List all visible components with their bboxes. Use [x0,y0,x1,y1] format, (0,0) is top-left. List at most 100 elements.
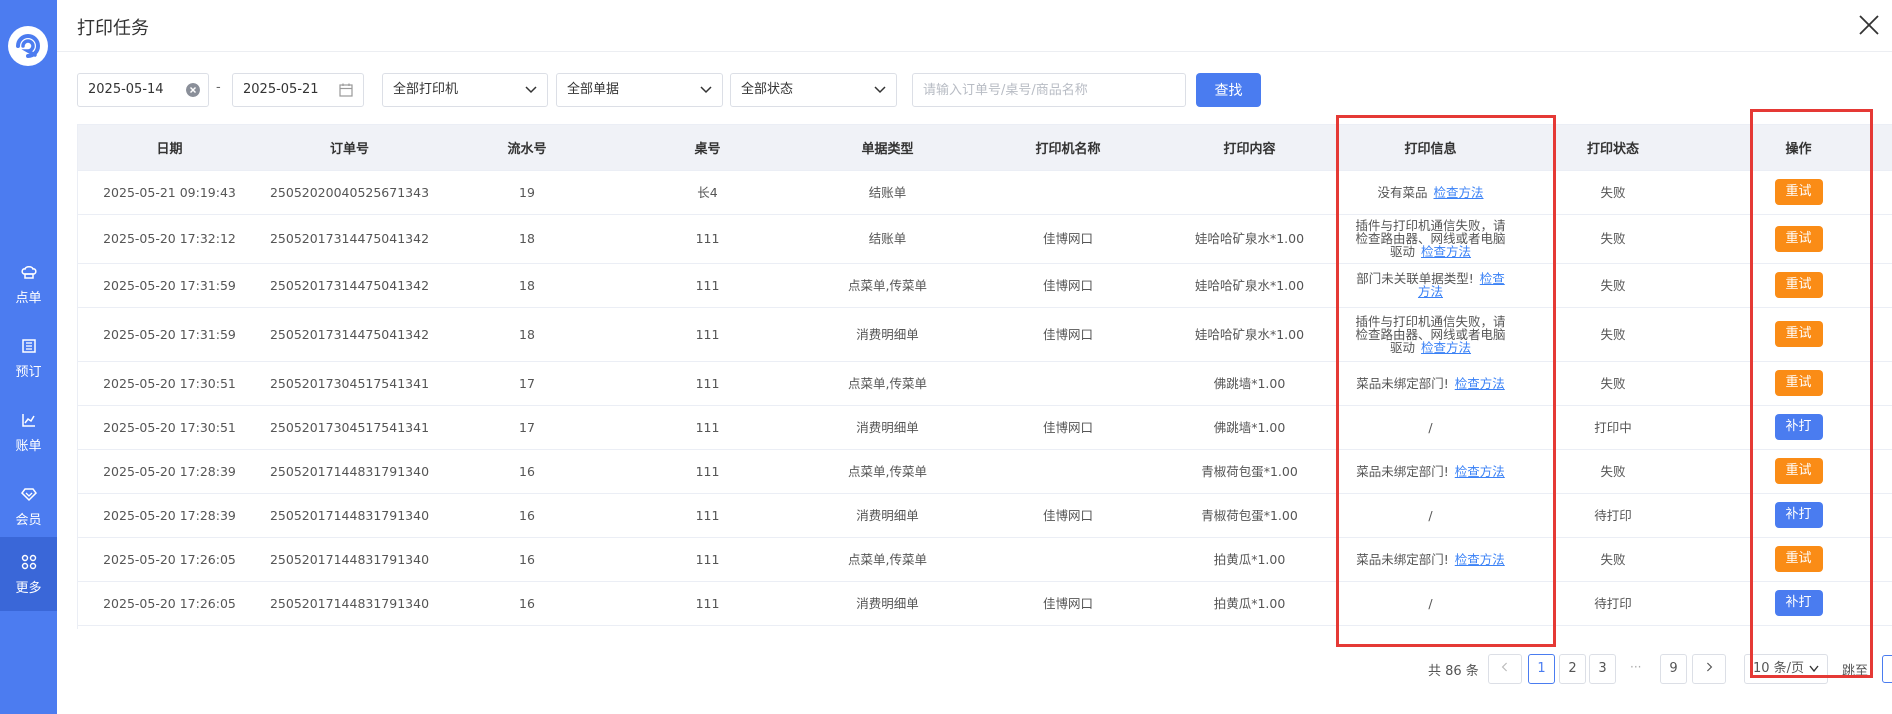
chevron-down-icon [525,86,537,94]
page-size-select[interactable]: 10 条/页 [1744,654,1828,684]
retry-button[interactable]: 重试 [1774,321,1823,347]
sidebar-item-order[interactable]: 点单 [0,248,57,320]
end-date-value: 2025-05-21 [243,82,319,97]
reprint-button[interactable]: 补打 [1774,414,1823,440]
cell-print-status: 失败 [1522,263,1704,308]
cell-printer-name: 佳博网口 [976,263,1160,308]
cell-doc-type: 消费明细单 [799,307,976,362]
column-header: 订单号 [261,125,438,171]
sidebar-item-more[interactable]: 更多 [0,537,57,611]
cell-table-number: 111 [616,307,799,362]
sidebar-item-bill[interactable]: 账单 [0,396,57,468]
close-icon[interactable] [1856,12,1882,38]
cell-print-status: 失败 [1522,449,1704,494]
prev-page-button[interactable] [1488,654,1522,684]
retry-button[interactable]: 重试 [1774,370,1823,396]
check-method-link[interactable]: 检查方法 [1421,244,1471,259]
cell-print-info: 插件与打印机通信失败，请检查路由器、网线或者电脑驱动 检查方法 [1339,307,1522,362]
page-3-button[interactable]: 3 [1589,654,1616,684]
sidebar-item-label: 会员 [15,512,42,528]
chevron-down-icon [700,86,712,94]
cell-print-content: 拍黄瓜*1.00 [1160,581,1339,626]
cell-print-status: 失败 [1522,537,1704,582]
page-1-button[interactable]: 1 [1528,654,1555,684]
jump-page-input[interactable] [1882,655,1892,683]
cell-order-number: 25052017144831791340 [261,449,438,494]
cell-doc-type: 消费明细单 [799,405,976,450]
cell-print-status: 失败 [1522,307,1704,362]
cell-serial-number: 17 [438,361,616,406]
retry-button[interactable]: 重试 [1774,225,1823,252]
cell-order-number: 25052017314475041342 [261,307,438,362]
cell-printer-name: 佳博网口 [976,307,1160,362]
retry-button[interactable]: 重试 [1774,458,1823,484]
cell-table-number: 111 [616,537,799,582]
cell-printer-name: 佳博网口 [976,214,1160,264]
cell-order-number: 25052017144831791340 [261,537,438,582]
sidebar-item-label: 点单 [15,290,42,306]
cell-print-status: 打印中 [1522,405,1704,450]
cell-print-content: 娃哈哈矿泉水*1.00 [1160,214,1339,264]
check-method-link[interactable]: 检查方法 [1421,340,1471,355]
clear-icon[interactable] [186,83,200,97]
cell-action: 重试 [1704,307,1892,362]
search-input[interactable] [912,73,1186,107]
cell-action: 重试 [1704,449,1892,494]
cell-doc-type: 点菜单,传菜单 [799,449,976,494]
retry-button[interactable]: 重试 [1774,179,1823,205]
reprint-button[interactable]: 补打 [1774,590,1823,616]
next-page-button[interactable] [1692,654,1726,684]
app-logo[interactable] [8,26,48,66]
retry-button[interactable]: 重试 [1774,272,1823,298]
print-info-text: 菜品未绑定部门! [1356,463,1449,479]
cell-date: 2025-05-21 09:19:43 [78,170,261,215]
cell-print-status: 待打印 [1522,493,1704,538]
end-date-picker[interactable]: 2025-05-21 [232,73,364,107]
start-date-value: 2025-05-14 [88,82,164,97]
column-header: 打印状态 [1522,125,1704,171]
cell-print-info: 菜品未绑定部门! 检查方法 [1339,449,1522,494]
grid-icon [21,554,36,569]
cell-print-content: 青椒荷包蛋*1.00 [1160,449,1339,494]
page-2-button[interactable]: 2 [1559,654,1586,684]
cell-print-info: 没有菜品 检查方法 [1339,170,1522,215]
sidebar-item-reservation[interactable]: 预订 [0,322,57,394]
cell-table-number: 111 [616,581,799,626]
cell-serial-number: 17 [438,405,616,450]
print-info-text: 菜品未绑定部门! [1356,375,1449,391]
table-row: 2025-05-20 17:30:51 25052017304517541341 1… [78,361,1892,406]
check-method-link[interactable]: 检查方法 [1455,464,1505,479]
chart-icon [21,413,35,427]
status-select[interactable]: 全部状态 [730,73,897,107]
chef-hat-icon [20,265,37,279]
printer-select[interactable]: 全部打印机 [382,73,548,107]
check-method-link[interactable]: 检查方法 [1455,376,1505,391]
cell-doc-type: 消费明细单 [799,493,976,538]
start-date-picker[interactable]: 2025-05-14 [77,73,209,107]
table-row: 2025-05-20 17:30:51 25052017304517541341 1… [78,405,1892,450]
cell-printer-name: 佳博网口 [976,493,1160,538]
table-row: 2025-05-20 17:32:12 25052017314475041342 1… [78,214,1892,264]
sidebar-item-member[interactable]: 会员 [0,470,57,542]
doc-type-select[interactable]: 全部单据 [556,73,723,107]
cell-doc-type: 结账单 [799,170,976,215]
cell-doc-type: 结账单 [799,214,976,264]
page-9-button[interactable]: 9 [1660,654,1687,684]
cell-print-status: 失败 [1522,214,1704,264]
check-method-link[interactable]: 检查方法 [1434,185,1484,200]
cell-action: 重试 [1704,170,1892,215]
cell-order-number: 25052020040525671343 [261,170,438,215]
cell-print-info: 菜品未绑定部门! 检查方法 [1339,537,1522,582]
page-ellipsis[interactable]: ··· [1630,660,1641,674]
cell-print-content: 娃哈哈矿泉水*1.00 [1160,263,1339,308]
reprint-button[interactable]: 补打 [1774,502,1823,528]
search-button[interactable]: 查找 [1196,73,1261,107]
retry-button[interactable]: 重试 [1774,546,1823,572]
column-header: 操作 [1704,125,1892,171]
check-method-link[interactable]: 检查方法 [1455,552,1505,567]
column-header: 打印内容 [1160,125,1339,171]
sidebar-item-label: 预订 [15,364,42,380]
calendar-icon [339,83,353,97]
cell-date: 2025-05-20 17:26:05 [78,581,261,626]
cell-date: 2025-05-20 17:32:12 [78,214,261,264]
